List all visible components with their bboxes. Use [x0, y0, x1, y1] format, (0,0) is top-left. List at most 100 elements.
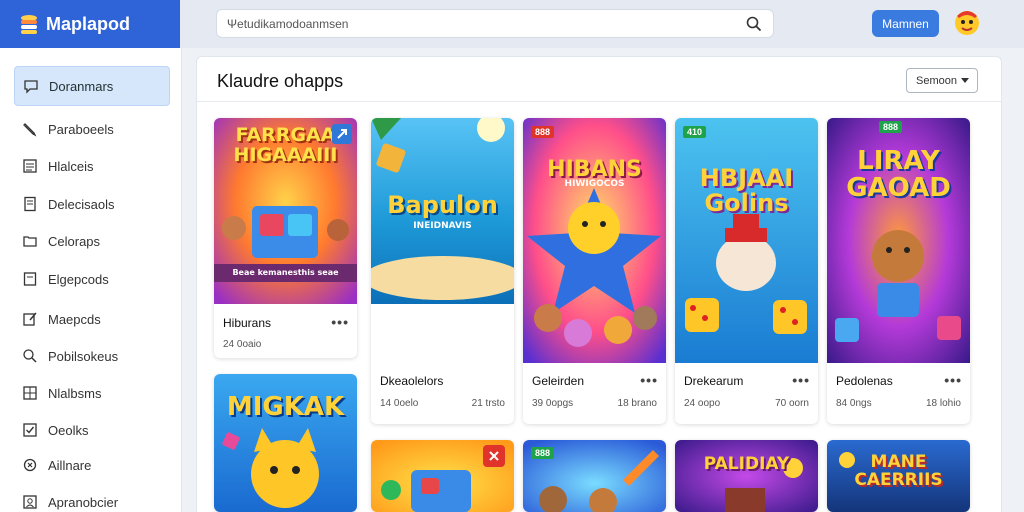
sidebar-item-label: Elgepcods — [48, 271, 109, 287]
sidebar-item-label: Nlalbsms — [48, 385, 102, 401]
header-action-button[interactable]: Mamnen — [872, 10, 939, 37]
game-meta-right: 18 lohio — [925, 398, 961, 409]
sidebar-item-label: Celoraps — [48, 233, 101, 249]
sort-dropdown[interactable]: Semoon — [906, 68, 978, 93]
sidebar-item-label: Paraboeels — [48, 121, 114, 137]
user-icon — [23, 495, 37, 509]
page-title: Klaudre ohapps — [217, 71, 344, 91]
game-art-title: HIBANS — [547, 157, 642, 182]
sidebar-item-doranmars[interactable]: Doranmars — [14, 66, 170, 106]
game-art-subtitle: HIWIGOCOS — [564, 179, 625, 189]
document-icon — [24, 196, 36, 212]
game-art-subtitle: Beae kemanesthis seae — [232, 268, 339, 277]
pencil-icon — [23, 123, 37, 137]
page-icon — [23, 272, 37, 286]
game-card[interactable] — [371, 440, 514, 512]
game-thumbnail: MIGKAK — [214, 374, 357, 512]
chevron-down-icon — [961, 78, 969, 83]
game-art-title: HBJAAI Golins — [699, 164, 794, 218]
user-avatar[interactable] — [951, 6, 983, 38]
game-art-title: LIRAY GAOAD — [846, 146, 951, 204]
game-card[interactable]: MIGKAK — [214, 374, 357, 512]
sidebar-item-pobilsokeus[interactable]: Pobilsokeus — [14, 338, 170, 374]
app-brand[interactable]: Maplapod — [0, 0, 180, 48]
game-thumbnail: HIBANS HIWIGOCOS — [523, 118, 666, 363]
sidebar-item-delecisaols[interactable]: Delecisaols — [14, 186, 170, 222]
sidebar: Doranmars Paraboeels Hlalceis Delecisaol… — [0, 48, 182, 512]
sidebar-item-label: Hlalceis — [48, 158, 94, 174]
game-thumbnail: Bapulon INEIDNAVIS — [371, 118, 514, 304]
game-meta-left: 14 0oelo — [380, 398, 419, 409]
divider — [197, 101, 1001, 102]
game-badge: 888 — [879, 121, 903, 133]
sidebar-item-maepcds[interactable]: Maepcds — [14, 301, 170, 337]
sidebar-item-label: Aillnare — [48, 457, 92, 473]
game-thumbnail: FARRGAA HIGAAAIII Beae kemanesthis seae — [214, 118, 357, 304]
game-meta-left: 24 oopo — [684, 398, 721, 409]
more-options-icon[interactable]: ••• — [944, 372, 962, 388]
game-art-title: MIGKAK — [226, 392, 345, 422]
game-meta-right: 70 oorn — [775, 398, 809, 409]
sort-label: Semoon — [916, 74, 957, 87]
sidebar-item-hlalceis[interactable]: Hlalceis — [14, 148, 170, 184]
search-bar[interactable]: Ψetudikamodoanmsen — [216, 9, 774, 38]
grid-icon — [23, 386, 37, 400]
game-thumbnail: PALIDIAY — [675, 440, 818, 512]
game-badge: 410 — [683, 126, 707, 138]
game-card[interactable]: MANE CAERRIIS — [827, 440, 970, 512]
game-name: Hiburans — [223, 316, 272, 330]
game-card[interactable]: 888 — [523, 440, 666, 512]
sidebar-item-label: Maepcds — [48, 311, 101, 327]
search-icon[interactable] — [745, 15, 763, 33]
folder-icon — [23, 236, 37, 247]
sidebar-item-elgepcods[interactable]: Elgepcods — [14, 261, 170, 297]
app-logo-icon — [21, 15, 37, 34]
checkbox-icon — [23, 423, 37, 437]
sidebar-item-apranobcier[interactable]: Apranobcier — [14, 484, 170, 512]
game-badge: 888 — [531, 126, 555, 138]
chat-icon — [24, 80, 38, 94]
more-options-icon[interactable]: ••• — [640, 372, 658, 388]
game-card[interactable]: HIBANS HIWIGOCOS 888 Geleirden ••• 39 0o… — [523, 118, 666, 424]
game-art-title: Bapulon — [387, 191, 498, 219]
sidebar-item-label: Apranobcier — [48, 494, 119, 510]
game-badge: 888 — [531, 447, 555, 459]
game-card[interactable]: PALIDIAY — [675, 440, 818, 512]
sidebar-item-oeolks[interactable]: Oeolks — [14, 412, 170, 448]
sidebar-item-label: Delecisaols — [48, 196, 115, 212]
sidebar-item-label: Oeolks — [48, 422, 89, 438]
game-card[interactable]: HBJAAI Golins 410 Drekearum ••• 24 oopo … — [675, 118, 818, 424]
more-options-icon[interactable]: ••• — [792, 372, 810, 388]
search-icon — [23, 349, 37, 363]
game-meta-left: 39 0opgs — [532, 398, 574, 409]
sidebar-item-paraboeels[interactable]: Paraboeels — [14, 111, 170, 147]
sidebar-item-nlalbsms[interactable]: Nlalbsms — [14, 375, 170, 411]
game-meta-right: 18 brano — [617, 398, 657, 409]
sidebar-item-celoraps[interactable]: Celoraps — [14, 223, 170, 259]
game-art-title: MANE CAERRIIS — [854, 452, 943, 490]
sidebar-item-label: Doranmars — [49, 78, 114, 94]
game-name: Pedolenas — [836, 374, 893, 388]
game-card[interactable]: LIRAY GAOAD 888 Pedolenas ••• 84 0ngs 18… — [827, 118, 970, 424]
close-icon[interactable] — [483, 445, 505, 467]
game-thumbnail: LIRAY GAOAD — [827, 118, 970, 363]
game-meta-left: 24 0oaio — [223, 339, 262, 350]
game-meta-left: 84 0ngs — [836, 398, 872, 409]
game-card[interactable]: FARRGAA HIGAAAIII Beae kemanesthis seae … — [214, 118, 357, 358]
game-thumbnail: HBJAAI Golins — [675, 118, 818, 363]
game-art-title: PALIDIAY — [703, 454, 790, 474]
sidebar-item-aillnare[interactable]: Aillnare — [14, 447, 170, 483]
game-art-subtitle: INEIDNAVIS — [413, 221, 472, 231]
expand-icon[interactable] — [332, 124, 352, 144]
more-options-icon[interactable]: ••• — [331, 314, 349, 330]
search-input[interactable]: Ψetudikamodoanmsen — [227, 17, 745, 31]
game-meta-right: 21 trsto — [471, 398, 505, 409]
game-name: Dkeaolelors — [380, 374, 444, 388]
sidebar-item-label: Pobilsokeus — [48, 348, 119, 364]
game-name: Geleirden — [532, 374, 585, 388]
game-card[interactable]: Bapulon INEIDNAVIS Dkeaolelors 14 0oelo … — [371, 118, 514, 424]
list-icon — [23, 159, 37, 173]
settings-icon — [23, 458, 37, 472]
app-name: Maplapod — [46, 13, 130, 34]
game-thumbnail: MANE CAERRIIS — [827, 440, 970, 512]
